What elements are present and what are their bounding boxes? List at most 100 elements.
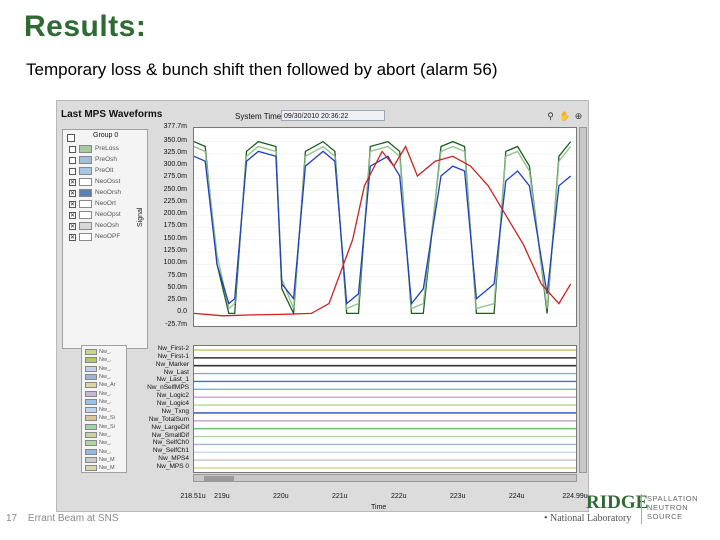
zoom-icon[interactable]: ⊕ (573, 111, 584, 122)
digital-signals-plot[interactable] (193, 345, 577, 473)
search-icon[interactable]: ⚲ (545, 111, 556, 122)
hand-icon[interactable]: ✋ (559, 111, 570, 122)
waveform-plot[interactable] (193, 127, 577, 327)
digital-channel-label: Nw_MPS4 (158, 455, 189, 463)
legend-item-checkbox[interactable]: ✕ (69, 190, 76, 197)
lower-legend-swatch (85, 373, 97, 380)
lower-legend-label: Nw_Si (99, 415, 115, 422)
logo-sns-line3: SOURCE (647, 512, 683, 521)
digital-channel-label: Nw_SelfCh0 (152, 439, 189, 447)
y-tick-label: 150.0m (163, 234, 187, 242)
legend-item-swatch (79, 178, 92, 186)
legend-item-swatch (79, 167, 92, 175)
scroll-thumb[interactable] (204, 476, 234, 481)
lower-legend-swatch (85, 456, 97, 463)
legend-item-checkbox[interactable] (69, 168, 76, 175)
legend-item-label: NeoOrt (95, 200, 116, 207)
lower-legend-label: Nw_. (99, 432, 112, 438)
lower-legend-swatch (85, 349, 97, 355)
x-tick-label: 222u (390, 493, 407, 500)
digital-channel-label: Nw_Last (163, 368, 189, 376)
lower-legend-swatch (85, 432, 97, 438)
lower-legend-swatch (85, 390, 97, 397)
x-tick-label: 224u (508, 493, 525, 500)
y-tick-label: 175.0m (163, 222, 187, 230)
digital-channel-label: Nw_SelfCh1 (152, 447, 189, 455)
digital-channel-label: Nw_First-1 (157, 352, 189, 360)
lower-legend-item: Nw_. (84, 439, 126, 447)
legend-item-label: NeoOsh (95, 222, 119, 229)
y-tick-label: 225.0m (163, 197, 187, 205)
legend-item-checkbox[interactable] (69, 157, 76, 164)
digital-channel-label: Nw_SmallDif (151, 431, 189, 439)
logo-divider (641, 494, 642, 524)
lower-legend-item: Nw_. (84, 356, 126, 364)
system-time-field[interactable]: 09/30/2010 20:36:22 (281, 110, 385, 121)
lower-legend-label: Nw_. (99, 440, 112, 447)
lower-legend-label: Nw_Si (99, 423, 115, 430)
y-tick-label: 100.0m (163, 259, 187, 267)
legend-item-swatch (79, 222, 92, 230)
y-tick-label: 250.0m (163, 185, 187, 193)
lower-legend-item: Nw_Ar (84, 381, 126, 389)
digital-channel-label: Nw_Last_1 (156, 376, 189, 384)
lower-legend-item: Nw_. (84, 448, 126, 456)
digital-channel-label: Nw_Txng (161, 407, 189, 415)
legend-item-swatch (79, 200, 92, 208)
digital-channel-label: Nw_Logic2 (156, 392, 189, 400)
lower-legend-label: Nw_M (99, 456, 115, 463)
legend-item-checkbox[interactable]: ✕ (69, 223, 76, 230)
horizontal-scrollbar[interactable] (193, 474, 577, 482)
logo-sns-line1: SPALLATION (647, 494, 699, 503)
lower-legend-label: Nw_. (99, 349, 112, 355)
lower-legend-swatch (85, 407, 97, 414)
lower-legend-item: Nw_M (84, 456, 126, 464)
y-tick-label: 377.7m (163, 123, 187, 130)
page-number: 17 (6, 513, 18, 524)
legend-item-label: PreOlt (95, 167, 114, 174)
legend-item-swatch (79, 233, 92, 241)
lower-legend-item: Nw_. (84, 373, 126, 381)
legend-item-swatch (79, 145, 92, 153)
y-tick-label: 325.0m (163, 148, 187, 156)
vertical-scrollbar[interactable] (579, 127, 587, 473)
lower-legend-item: Nw_. (84, 348, 126, 356)
lower-legend-item: Nw_. (84, 398, 126, 406)
legend-item-checkbox[interactable] (69, 146, 76, 153)
digital-channel-label: Nw_Marker (155, 360, 189, 368)
logo-ridge-text: RIDGE (586, 492, 649, 513)
lower-legend-label: Nw_. (99, 398, 112, 405)
x-axis-title: Time (371, 504, 387, 511)
legend-item-checkbox[interactable]: ✕ (69, 179, 76, 186)
digital-channel-label: Nw_TotalSum (148, 415, 189, 423)
digital-channel-label: Nw_nSelfMPS (147, 384, 189, 392)
legend-item-swatch (79, 189, 92, 197)
legend-item: ✕ NeoOPF (67, 232, 147, 242)
logo-sns-text: SPALLATION NEUTRON SOURCE (647, 494, 698, 521)
x-tick-label: 218.51u (180, 493, 206, 500)
lower-legend-label: Nw_. (99, 448, 112, 455)
legend-item-checkbox[interactable]: ✕ (69, 234, 76, 241)
lower-legend-swatch (85, 398, 97, 405)
legend-group-header: Group 0 (93, 132, 119, 139)
digital-signals-svg (194, 349, 576, 469)
slide-footer: 17 Errant Beam at SNS (6, 513, 119, 524)
group-checkbox[interactable] (67, 134, 75, 142)
digital-channel-label: Nw_Logic4 (156, 400, 189, 408)
lower-legend-swatch (85, 365, 97, 372)
lower-legend-label: Nw_. (99, 390, 112, 397)
legend-item-checkbox[interactable]: ✕ (69, 201, 76, 208)
x-tick-label: 221u (331, 493, 348, 500)
lower-legend-item: Nw_Si (84, 414, 126, 422)
ornl-sns-logo: RIDGE • National Laboratory SPALLATION N… (540, 490, 720, 530)
legend-item-label: NeoOpst (95, 211, 121, 218)
lower-legend-item: Nw_Si (84, 423, 126, 431)
lower-legend-swatch (85, 423, 97, 430)
lower-legend-item: Nw_. (84, 431, 126, 439)
plot-legend: Group 0 PreLoss PreOsh PreOlt ✕ NeoOsst ✕ NeoO… (62, 129, 148, 349)
lower-legend-swatch (85, 357, 97, 364)
logo-lab-text: • National Laboratory (544, 513, 632, 524)
legend-item-checkbox[interactable]: ✕ (69, 212, 76, 219)
lower-legend-item: Nw_. (84, 365, 126, 373)
system-time-label: System Time (235, 112, 282, 121)
